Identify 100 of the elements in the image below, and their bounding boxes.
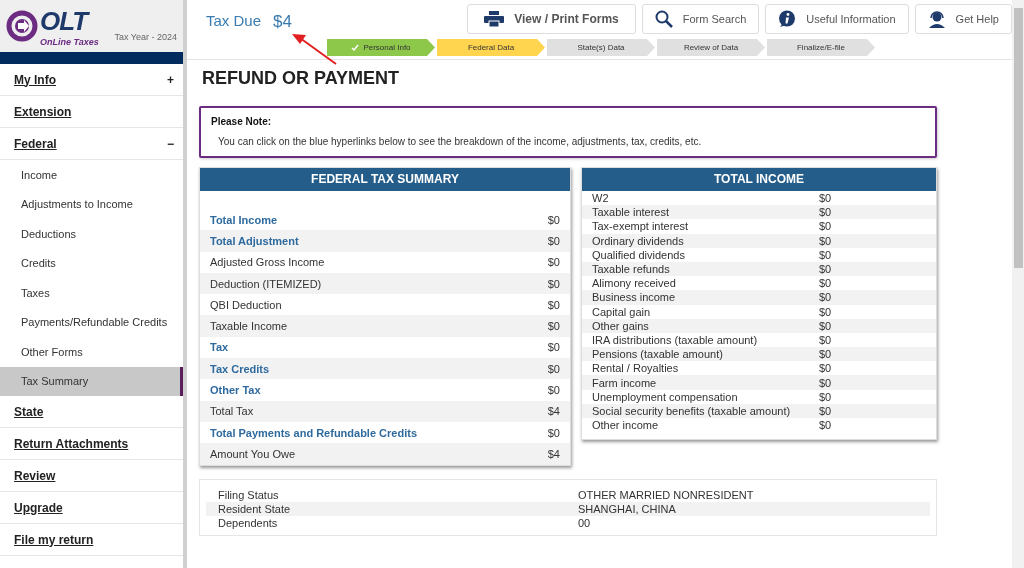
summary-amount: $0 [547, 298, 560, 311]
income-label: Taxable refunds [592, 263, 671, 276]
summary-amount: $0 [547, 277, 560, 290]
info-value: 00 [578, 517, 591, 530]
income-label: Other income [592, 419, 660, 432]
note-text: You can click on the blue hyperlinks below to see the breakdown of the income, adjustments, tax, credits, etc. [217, 136, 703, 147]
income-amount: $0 [819, 305, 832, 318]
income-label: Alimony received [592, 277, 677, 290]
summary-link[interactable]: Tax [210, 341, 229, 354]
logo-text: OLT [40, 5, 91, 37]
tax-due-label: Tax Due [206, 12, 262, 29]
progress-step: Federal Data [437, 39, 545, 56]
income-label: Pensions (taxable amount) [592, 348, 724, 361]
income-amount: $0 [819, 277, 832, 290]
table-header: FEDERAL TAX SUMMARY [200, 168, 570, 191]
headset-person-icon [927, 10, 946, 28]
income-amount: $0 [819, 220, 832, 233]
tax-due-amount: $4 [273, 12, 292, 32]
info-value: OTHER MARRIED NONRESIDENT [578, 488, 754, 501]
summary-label: Amount You Owe [210, 447, 295, 460]
income-label: W2 [592, 192, 610, 205]
income-amount: $0 [819, 404, 832, 417]
info-label: Filing Status [218, 488, 280, 501]
sidebar-subitem[interactable]: Tax Summary [0, 366, 183, 396]
summary-amount: $0 [547, 256, 560, 269]
info-label: Dependents [218, 517, 279, 530]
toolbar-button[interactable]: Form Search [641, 4, 760, 34]
summary-amount: $0 [547, 213, 560, 226]
sidebar-item[interactable]: Federal − [0, 128, 183, 160]
logo-tagline: OnLine Taxes [40, 36, 99, 47]
income-amount: $0 [819, 192, 832, 205]
income-label: Taxable interest [592, 206, 671, 219]
income-amount: $0 [819, 376, 832, 389]
income-amount: $0 [819, 263, 832, 276]
progress-step: Finalize/E-file [767, 39, 875, 56]
sidebar-subitem[interactable]: Credits [0, 248, 183, 278]
info-icon [778, 10, 797, 28]
summary-link[interactable]: Tax Credits [210, 362, 270, 375]
sidebar-item[interactable]: Upgrade [0, 492, 183, 524]
tax-year: Tax Year - 2024 [114, 32, 177, 42]
toolbar-button[interactable]: Useful Information [765, 4, 909, 34]
summary-link[interactable]: Total Adjustment [210, 234, 299, 247]
income-amount: $0 [819, 419, 832, 432]
check-icon [351, 43, 360, 52]
search-icon [654, 10, 673, 28]
sidebar-subitem[interactable]: Income [0, 160, 183, 190]
sidebar-subitem[interactable]: Other Forms [0, 337, 183, 367]
income-label: IRA distributions (taxable amount) [592, 333, 759, 346]
income-amount: $0 [819, 248, 832, 261]
summary-amount: $0 [547, 320, 560, 333]
sidebar-subitem[interactable]: Deductions [0, 219, 183, 249]
sidebar-item[interactable]: State [0, 396, 183, 428]
summary-label: Adjusted Gross Income [210, 256, 325, 269]
toolbar-button[interactable]: View / Print Forms [467, 4, 636, 34]
page-title: REFUND OR PAYMENT [202, 68, 400, 89]
income-label: Other gains [592, 319, 650, 332]
income-label: Ordinary dividends [592, 234, 685, 247]
summary-amount: $0 [547, 384, 560, 396]
info-value: SHANGHAI, CHINA [578, 502, 676, 515]
income-amount: $0 [819, 390, 832, 403]
income-amount: $0 [819, 291, 832, 304]
income-label: Tax-exempt interest [592, 220, 689, 233]
sidebar-item[interactable]: Return Attachments [0, 428, 183, 460]
income-amount: $0 [819, 319, 832, 332]
summary-amount: $0 [547, 234, 560, 247]
sidebar-subitem[interactable]: Payments/Refundable Credits [0, 307, 183, 337]
summary-label: QBI Deduction [210, 298, 282, 311]
income-label: Qualified dividends [592, 248, 686, 261]
sidebar-subitem[interactable]: Adjustments to Income [0, 189, 183, 219]
summary-label: Taxable Income [210, 320, 288, 333]
summary-amount: $0 [547, 426, 560, 439]
income-amount: $0 [819, 333, 832, 346]
sidebar-item[interactable]: File my return [0, 524, 183, 556]
toolbar-button[interactable]: Get Help [914, 4, 1012, 34]
income-amount: $0 [819, 348, 832, 361]
scrollbar[interactable] [1012, 0, 1024, 568]
summary-amount: $0 [547, 341, 560, 354]
summary-amount: $4 [547, 447, 560, 460]
income-amount: $0 [819, 362, 832, 375]
sidebar-item[interactable]: Review [0, 460, 183, 492]
income-label: Farm income [592, 376, 658, 389]
sidebar-item[interactable]: Extension [0, 96, 183, 128]
progress-step: Personal Info [327, 39, 435, 56]
table-header: TOTAL INCOME [582, 168, 936, 191]
sidebar-subitem[interactable]: Taxes [0, 278, 183, 308]
summary-amount: $0 [547, 362, 560, 375]
note-title: Please Note: [211, 116, 273, 127]
income-amount: $0 [819, 234, 832, 247]
summary-label: Deduction (ITEMIZED) [210, 277, 322, 290]
income-label: Rental / Royalties [592, 362, 680, 375]
pointer-arrow [290, 32, 338, 65]
summary-link[interactable]: Total Income [210, 213, 278, 226]
summary-link[interactable]: Total Payments and Refundable Credits [210, 426, 417, 439]
printer-icon [484, 11, 505, 27]
summary-amount: $4 [547, 405, 560, 418]
progress-step: State(s) Data [547, 39, 655, 56]
summary-label: Total Tax [210, 405, 254, 418]
sidebar-item[interactable]: My Info + [0, 64, 183, 96]
income-label: Capital gain [592, 305, 652, 318]
summary-link[interactable]: Other Tax [210, 384, 261, 396]
